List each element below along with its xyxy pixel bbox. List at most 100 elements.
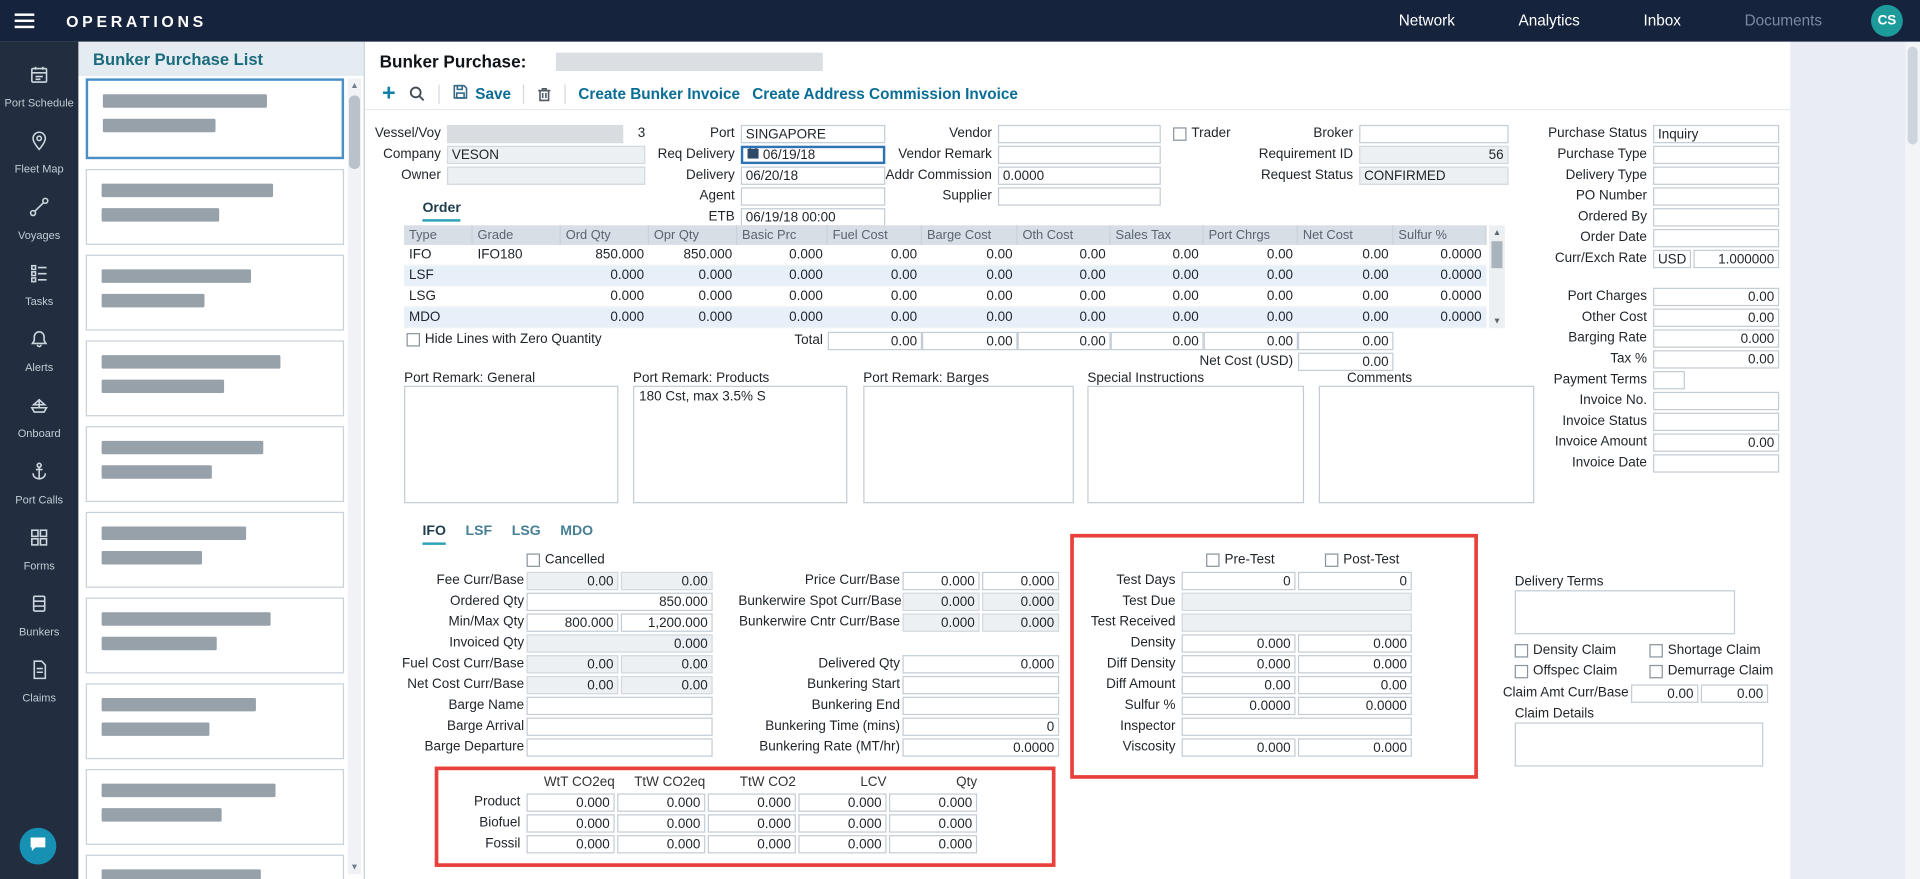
test-received-field[interactable] (1182, 613, 1412, 631)
sidebar-item-voyages[interactable]: Voyages (0, 186, 78, 252)
delivery-field[interactable]: 06/20/18 (741, 167, 885, 185)
po-number-field[interactable] (1653, 187, 1779, 205)
viscosity-pre-field[interactable]: 0.000 (1182, 738, 1296, 756)
viscosity-post-field[interactable]: 0.000 (1298, 738, 1412, 756)
claim-amt-curr-field[interactable]: 0.00 (1631, 684, 1698, 702)
hamburger-menu-icon[interactable] (0, 13, 49, 28)
post-test-checkbox[interactable]: Post-Test (1325, 552, 1400, 567)
min-qty-field[interactable]: 800.000 (527, 613, 619, 631)
cancelled-checkbox[interactable]: Cancelled (527, 552, 605, 567)
shortage-claim-checkbox[interactable]: Shortage Claim (1649, 643, 1760, 658)
co2-fossil-wtt[interactable]: 0.000 (527, 835, 615, 853)
sidebar-item-bunkers[interactable]: Bunkers (0, 583, 78, 649)
net-cost-base-field[interactable]: 0.00 (621, 676, 713, 694)
order-date-field[interactable] (1653, 229, 1779, 247)
port-charges-field[interactable]: 0.00 (1653, 288, 1779, 306)
fuel-cost-base-field[interactable]: 0.00 (621, 655, 713, 673)
claim-details-field[interactable] (1515, 722, 1764, 766)
sidebar-item-port-calls[interactable]: Port Calls (0, 451, 78, 517)
sidebar-item-fleet-map[interactable]: Fleet Map (0, 120, 78, 186)
co2-fossil-lcv[interactable]: 0.000 (798, 835, 886, 853)
list-scroll-thumb[interactable] (349, 96, 360, 169)
etb-field[interactable]: 06/19/18 00:00 (741, 208, 885, 226)
nav-network[interactable]: Network (1399, 12, 1455, 29)
barge-arrival-field[interactable] (527, 718, 713, 736)
co2-biofuel-ttweq[interactable]: 0.000 (617, 814, 705, 832)
order-row-lsf[interactable]: LSF 0.0000.000 0.0000.00 0.000.00 0.000.… (404, 266, 1486, 287)
nav-inbox[interactable]: Inbox (1643, 12, 1680, 29)
search-icon[interactable] (408, 84, 426, 102)
delivered-qty-field[interactable]: 0.000 (902, 655, 1059, 673)
price-base-field[interactable]: 0.000 (982, 572, 1059, 590)
port-remark-products-field[interactable]: 180 Cst, max 3.5% S (633, 386, 847, 504)
request-status-field[interactable]: CONFIRMED (1359, 167, 1508, 185)
broker-field[interactable] (1359, 125, 1508, 143)
co2-fossil-ttw[interactable]: 0.000 (708, 835, 796, 853)
sidebar-item-alerts[interactable]: Alerts (0, 318, 78, 384)
comments-field[interactable] (1319, 386, 1535, 504)
hide-zero-qty-checkbox[interactable]: Hide Lines with Zero Quantity (407, 332, 602, 347)
demurrage-claim-checkbox[interactable]: Demurrage Claim (1649, 664, 1773, 679)
list-item[interactable] (86, 340, 344, 416)
invoiced-qty-field[interactable]: 0.000 (527, 634, 713, 652)
density-post-field[interactable]: 0.000 (1298, 634, 1412, 652)
order-row-mdo[interactable]: MDO 0.0000.000 0.0000.00 0.000.00 0.000.… (404, 307, 1486, 328)
delivery-terms-field[interactable] (1515, 590, 1735, 634)
diff-density-post-field[interactable]: 0.000 (1298, 655, 1412, 673)
sidebar-item-forms[interactable]: Forms (0, 517, 78, 583)
sidebar-item-onboard[interactable]: Onboard (0, 384, 78, 450)
requirement-id-field[interactable]: 56 (1359, 146, 1508, 164)
create-addr-commission-invoice-button[interactable]: Create Address Commission Invoice (752, 85, 1018, 102)
density-claim-checkbox[interactable]: Density Claim (1515, 643, 1616, 658)
bunkerwire-spot-curr-field[interactable]: 0.000 (902, 593, 979, 611)
vendor-remark-field[interactable] (998, 146, 1161, 164)
invoice-no-field[interactable] (1653, 392, 1779, 410)
nav-analytics[interactable]: Analytics (1519, 12, 1580, 29)
list-item[interactable] (86, 598, 344, 674)
bunkering-end-field[interactable] (902, 697, 1059, 715)
supplier-field[interactable] (998, 187, 1161, 205)
co2-product-wtt[interactable]: 0.000 (527, 793, 615, 811)
scroll-down-icon[interactable]: ▼ (1489, 313, 1505, 328)
list-item[interactable] (86, 769, 344, 845)
pre-test-checkbox[interactable]: Pre-Test (1206, 552, 1275, 567)
list-item-selected[interactable] (86, 78, 344, 159)
list-item[interactable] (86, 255, 344, 331)
currency-field[interactable]: USD (1653, 250, 1691, 268)
bunkerwire-cntr-curr-field[interactable]: 0.000 (902, 613, 979, 631)
barge-name-field[interactable] (527, 697, 713, 715)
special-instructions-field[interactable] (1087, 386, 1304, 504)
fee-curr-field[interactable]: 0.00 (527, 572, 619, 590)
barge-departure-field[interactable] (527, 738, 713, 756)
port-field[interactable]: SINGAPORE (741, 125, 885, 143)
vendor-field[interactable] (998, 125, 1161, 143)
exch-rate-field[interactable]: 1.000000 (1693, 250, 1779, 268)
user-avatar[interactable]: CS (1871, 5, 1903, 37)
bunkerwire-cntr-base-field[interactable]: 0.000 (982, 613, 1059, 631)
tab-lsg[interactable]: LSG (512, 524, 541, 545)
co2-fossil-ttweq[interactable]: 0.000 (617, 835, 705, 853)
invoice-date-field[interactable] (1653, 454, 1779, 472)
scroll-up-icon[interactable]: ▲ (348, 78, 361, 93)
test-days-pre-field[interactable]: 0 (1182, 572, 1296, 590)
list-scrollbar[interactable]: ▲ ▼ (348, 78, 361, 874)
co2-biofuel-lcv[interactable]: 0.000 (798, 814, 886, 832)
invoice-status-field[interactable] (1653, 413, 1779, 431)
list-item[interactable] (86, 426, 344, 502)
purchase-status-field[interactable]: Inquiry (1653, 125, 1779, 143)
port-remark-general-field[interactable] (404, 386, 618, 504)
port-remark-barges-field[interactable] (863, 386, 1074, 504)
inspector-field[interactable] (1182, 718, 1412, 736)
other-cost-field[interactable]: 0.00 (1653, 309, 1779, 327)
owner-field[interactable] (447, 167, 645, 185)
invoice-amount-field[interactable]: 0.00 (1653, 433, 1779, 451)
nav-documents[interactable]: Documents (1745, 12, 1822, 29)
bunkering-start-field[interactable] (902, 676, 1059, 694)
sidebar-item-port-schedule[interactable]: Port Schedule (0, 54, 78, 120)
offspec-claim-checkbox[interactable]: Offspec Claim (1515, 664, 1618, 679)
sulfur-post-field[interactable]: 0.0000 (1298, 697, 1412, 715)
tab-ifo[interactable]: IFO (422, 524, 445, 545)
addr-commission-field[interactable]: 0.0000 (998, 167, 1161, 185)
price-curr-field[interactable]: 0.000 (902, 572, 979, 590)
net-cost-curr-field[interactable]: 0.00 (527, 676, 619, 694)
